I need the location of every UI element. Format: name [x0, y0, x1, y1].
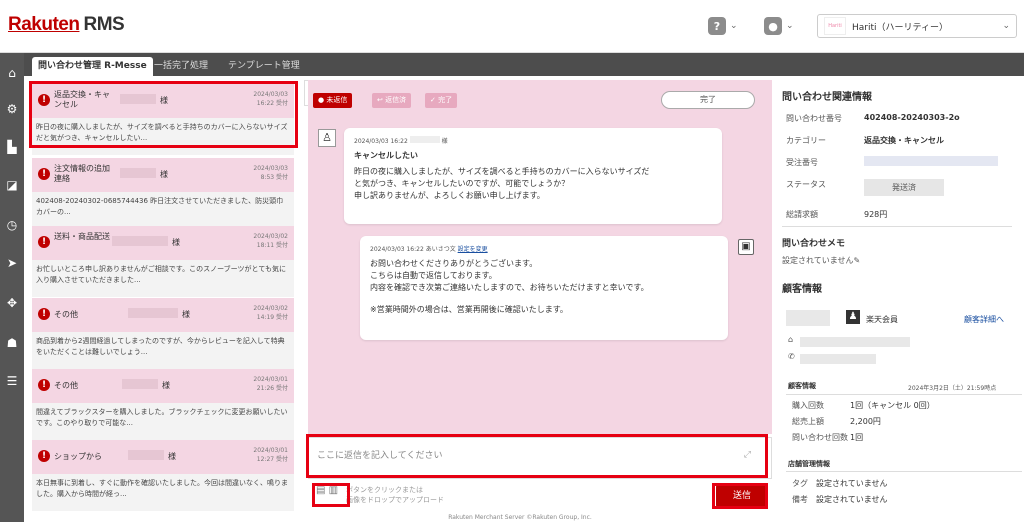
users-icon[interactable]: ☗: [4, 335, 20, 351]
list-icon[interactable]: ☰: [4, 373, 20, 389]
complete-button[interactable]: 完了: [661, 91, 755, 109]
user-icon: ●: [764, 17, 782, 35]
tag-icon[interactable]: ◪: [4, 177, 20, 193]
home-icon: ⌂: [788, 335, 794, 344]
tab-template-management[interactable]: テンプレート管理: [222, 57, 306, 76]
panel-title: 問い合わせ関連情報: [782, 92, 872, 103]
redacted-customer-name: [786, 310, 830, 326]
alert-icon: !: [38, 168, 50, 180]
change-settings-link[interactable]: 設定を変更: [458, 246, 488, 253]
inquiry-card[interactable]: ! ショップから 様 2024/03/01 12:27 受付 本日無事に到着し、す…: [32, 440, 294, 511]
shop-name: Hariti（ハーリティー）: [852, 22, 948, 33]
redacted-order-number: [864, 156, 998, 166]
inquiry-card[interactable]: ! 返品交換・キャンセル 様 2024/03/03 16:22 受付 昨日の夜に購…: [32, 84, 294, 155]
inquiry-card[interactable]: ! その他 様 2024/03/01 21:26 受付 間違えてブラックスターを購…: [32, 369, 294, 440]
footer: Rakuten Merchant Server ©Rakuten Group, …: [448, 514, 592, 521]
home-icon[interactable]: ⌂: [4, 65, 20, 81]
status-done-button[interactable]: ✓ 完了: [425, 93, 458, 108]
alert-icon: !: [38, 379, 50, 391]
auto-reply-message: 2024/03/03 16:22 あいさつ文 設定を変更 お問い合わせくださりあ…: [360, 236, 728, 340]
chat-panel: ● 未返信 ↩ 返信済 ✓ 完了 完了 ♙ 2024/03/03 16:22 様…: [308, 80, 772, 522]
redacted-address: [800, 337, 910, 347]
customer-avatar-icon: ♙: [318, 129, 336, 147]
tab-bar: 問い合わせ管理 R-Messe 一括完了処理 テンプレート管理: [24, 53, 1024, 76]
send-icon[interactable]: ➤: [4, 255, 20, 271]
inquiry-card[interactable]: ! その他 様 2024/03/02 14:19 受付 商品到着から2週間経過して…: [32, 298, 294, 369]
redacted-name: [128, 450, 164, 460]
expand-icon[interactable]: ⤢: [744, 450, 751, 460]
redacted-name: [128, 308, 178, 318]
redacted-name: [122, 379, 158, 389]
redacted-name: [112, 236, 168, 246]
chevron-down-icon: ⌄: [730, 21, 738, 31]
customer-message: 2024/03/03 16:22 様 キャンセルしたい 昨日の夜に購入しましたが…: [344, 128, 722, 224]
alert-icon: !: [38, 236, 50, 248]
gear-icon[interactable]: ⚙: [4, 101, 20, 117]
upload-area[interactable]: ▤ ▥ ボタンをクリックまたは 画像をドロップでアップロード: [316, 485, 516, 505]
alert-icon: !: [38, 450, 50, 462]
inquiry-list: ! 返品交換・キャンセル 様 2024/03/03 16:22 受付 昨日の夜に購…: [30, 80, 298, 522]
tab-inquiry-management[interactable]: 問い合わせ管理 R-Messe: [32, 57, 153, 76]
left-sidebar: ⌂ ⚙ ▙ ◪ ◷ ➤ ✥ ☗ ☰: [0, 53, 24, 522]
reply-input[interactable]: ここに返信を記入してください ⤢: [308, 437, 772, 479]
app-header: Rakuten RMS ? ⌄ ● ⌄ Hariti Hariti（ハーリティー）…: [0, 0, 1024, 53]
customer-detail-link[interactable]: 顧客詳細へ: [964, 314, 1004, 325]
help-icon: ?: [708, 17, 726, 35]
handshake-icon[interactable]: ✥: [4, 295, 20, 311]
redacted-name: [120, 94, 156, 104]
clock-icon[interactable]: ◷: [4, 217, 20, 233]
alert-icon: !: [38, 94, 50, 106]
chevron-down-icon: ⌄: [786, 21, 794, 31]
attach-icons[interactable]: ▤ ▥: [316, 486, 338, 496]
status-badge: 発送済: [864, 179, 944, 196]
redacted-name: [120, 168, 156, 178]
inquiry-info-panel: 問い合わせ関連情報 問い合わせ番号 402408-20240303-2o カテゴ…: [782, 80, 1024, 522]
inquiry-card[interactable]: ! 送料・商品配送 様 2024/03/02 18:11 受付 お忙しいところ申し…: [32, 226, 294, 297]
inquiry-card[interactable]: ! 注文情報の追加連絡 様 2024/03/03 8:53 受付 402408-2…: [32, 158, 294, 229]
shop-selector[interactable]: Hariti Hariti（ハーリティー） ⌄: [817, 14, 1017, 38]
member-icon: ♟: [846, 310, 860, 324]
phone-icon: ✆: [788, 352, 795, 361]
status-unreplied-button[interactable]: ● 未返信: [313, 93, 353, 108]
redacted-phone: [800, 354, 876, 364]
alert-icon: !: [38, 308, 50, 320]
help-menu-button[interactable]: ? ⌄: [708, 16, 738, 36]
cart-icon[interactable]: ▙: [4, 139, 20, 155]
rakuten-rms-logo[interactable]: Rakuten RMS: [8, 14, 125, 36]
tab-bulk-complete[interactable]: 一括完了処理: [148, 57, 214, 76]
save-template-icon[interactable]: ▣: [738, 239, 754, 255]
user-menu-button[interactable]: ● ⌄: [764, 16, 794, 36]
memo-edit-link[interactable]: 設定されていません✎: [782, 255, 860, 266]
send-button[interactable]: 送信: [716, 485, 768, 507]
status-replied-button[interactable]: ↩ 返信済: [372, 93, 412, 108]
chevron-down-icon: ⌄: [1002, 21, 1010, 31]
shop-logo: Hariti: [824, 17, 846, 35]
